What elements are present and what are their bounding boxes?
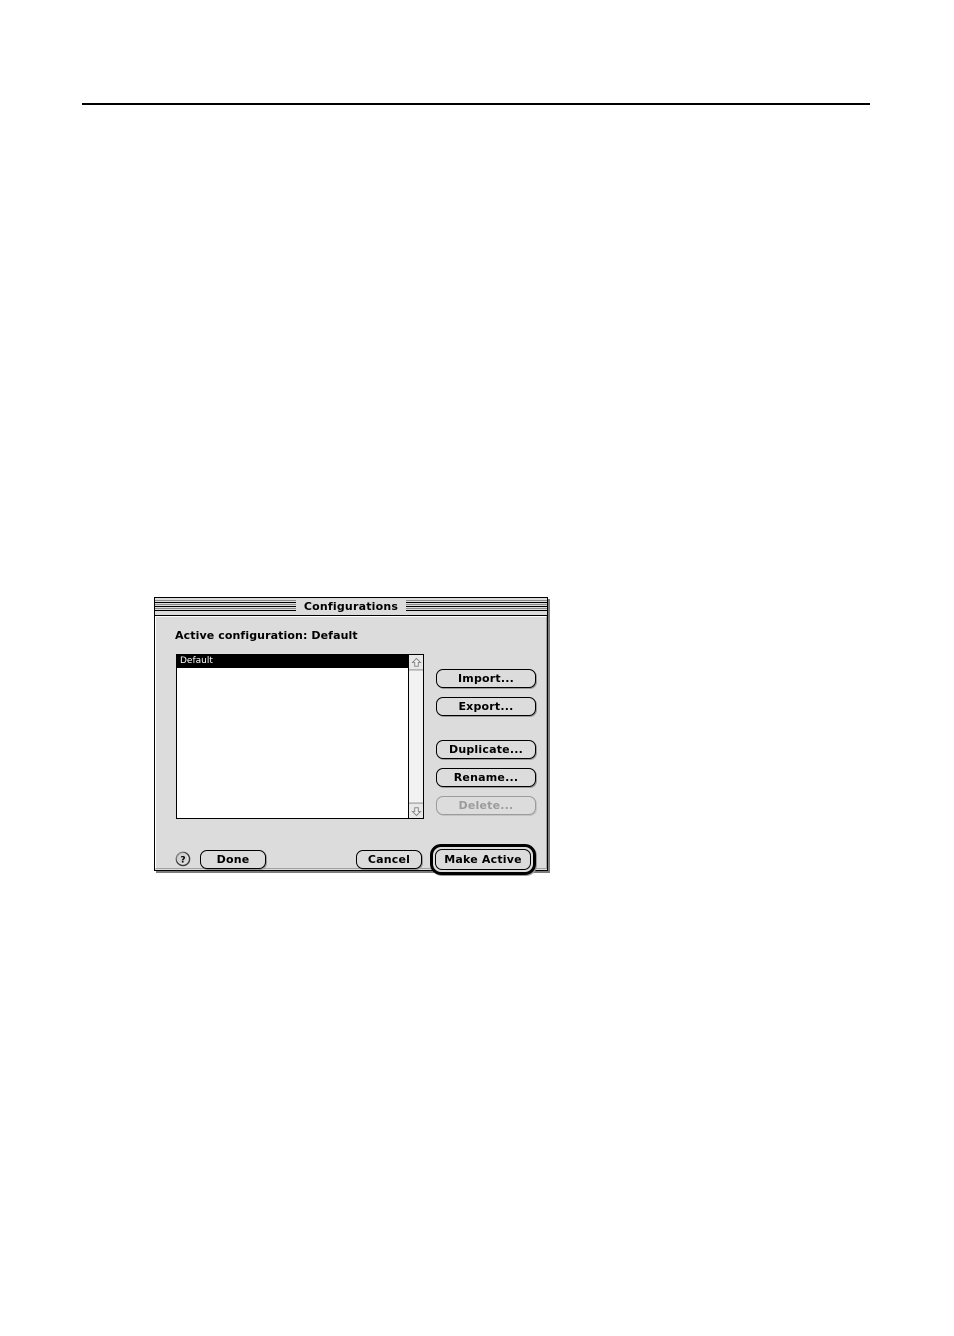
dialog-title-bar[interactable]: Configurations <box>155 598 547 616</box>
scroll-track[interactable] <box>409 670 423 803</box>
help-question-mark-icon[interactable]: ? <box>175 851 191 867</box>
duplicate-button[interactable]: Duplicate... <box>436 740 536 759</box>
configurations-dialog: Configurations Active configuration: Def… <box>154 597 548 875</box>
make-active-button[interactable]: Make Active <box>435 849 531 870</box>
rename-button[interactable]: Rename... <box>436 768 536 787</box>
configurations-list[interactable]: Default <box>176 654 424 819</box>
export-button[interactable]: Export... <box>436 697 536 716</box>
default-button-ring: Make Active <box>430 844 536 875</box>
done-button[interactable]: Done <box>200 850 266 869</box>
dialog-title: Configurations <box>295 599 407 614</box>
scroll-down-arrow-icon[interactable] <box>409 803 423 818</box>
scroll-up-arrow-icon[interactable] <box>409 655 423 670</box>
cancel-button[interactable]: Cancel <box>356 850 422 869</box>
list-scrollbar[interactable] <box>408 655 423 818</box>
import-button[interactable]: Import... <box>436 669 536 688</box>
svg-text:?: ? <box>180 856 185 866</box>
active-configuration-label: Active configuration: Default <box>175 629 358 642</box>
delete-button: Delete... <box>436 796 536 815</box>
list-item[interactable]: Default <box>177 655 408 668</box>
dialog-content: Active configuration: Default Default Im… <box>155 616 547 875</box>
configurations-list-items[interactable]: Default <box>177 655 408 818</box>
page-header-divider <box>82 103 870 105</box>
